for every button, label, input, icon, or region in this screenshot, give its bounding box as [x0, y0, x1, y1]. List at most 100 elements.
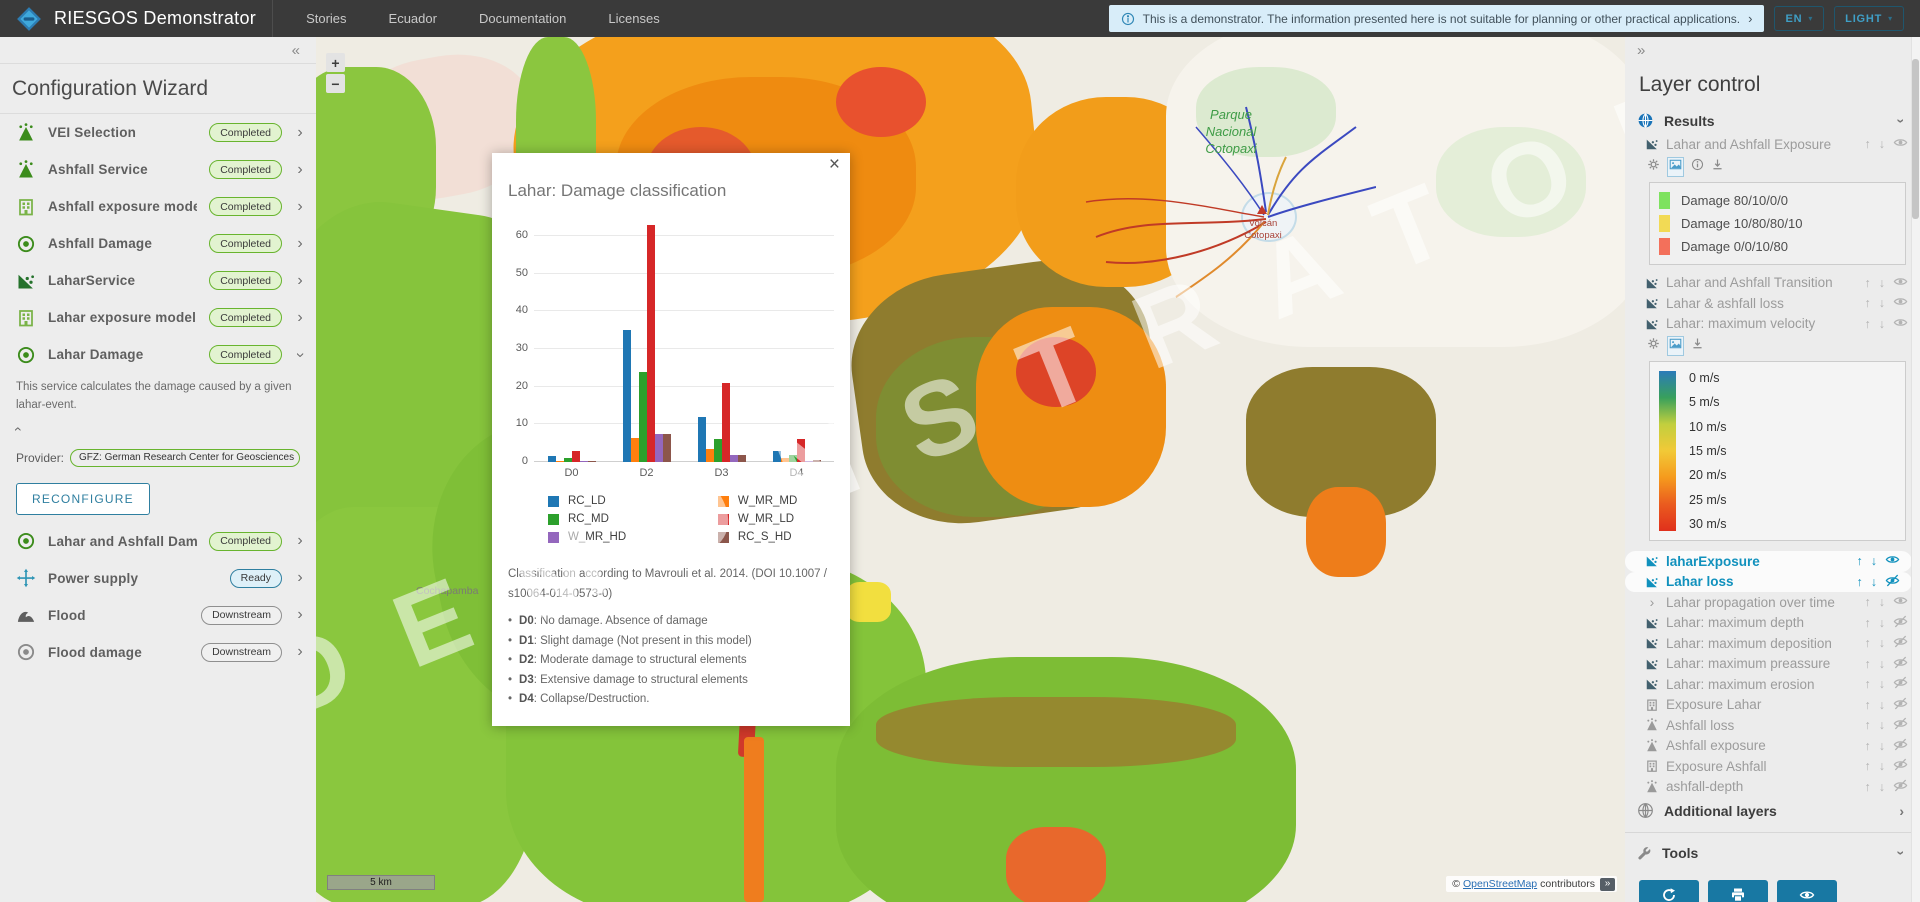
move-up-icon[interactable]: ↑ [1857, 575, 1863, 589]
move-down-icon[interactable]: ↓ [1879, 718, 1885, 732]
move-up-icon[interactable]: ↑ [1857, 554, 1863, 568]
move-down-icon[interactable]: ↓ [1879, 780, 1885, 794]
move-down-icon[interactable]: ↓ [1879, 657, 1885, 671]
eye-off-icon[interactable] [1893, 696, 1908, 714]
print-button[interactable] [1708, 880, 1768, 902]
eye-off-icon[interactable] [1893, 675, 1908, 693]
wizard-step-ashfall-damage[interactable]: Ashfall DamageCompleted› [0, 225, 316, 262]
legend-image-icon[interactable] [1667, 336, 1684, 356]
move-down-icon[interactable]: ↓ [1879, 677, 1885, 691]
layer-lahar-maximum-velocity[interactable]: Lahar: maximum velocity↑↓ [1625, 314, 1920, 335]
eye-off-icon[interactable] [1893, 634, 1908, 652]
wizard-step-lahar-exposure-model[interactable]: Lahar exposure modelCompleted› [0, 299, 316, 336]
language-select[interactable]: EN ▾ [1774, 6, 1824, 31]
wizard-step-ashfall-service[interactable]: Ashfall ServiceCompleted› [0, 151, 316, 188]
move-up-icon[interactable]: ↑ [1865, 698, 1871, 712]
move-down-icon[interactable]: ↓ [1879, 276, 1885, 290]
reconfigure-button[interactable]: RECONFIGURE [16, 483, 150, 515]
eye-icon[interactable] [1893, 593, 1908, 611]
download-icon[interactable] [1711, 158, 1724, 176]
eye-off-icon[interactable] [1893, 655, 1908, 673]
refresh-button[interactable] [1639, 880, 1699, 902]
scrollbar-thumb[interactable] [1912, 59, 1919, 219]
move-down-icon[interactable]: ↓ [1879, 698, 1885, 712]
eye-icon[interactable] [1893, 135, 1908, 153]
move-down-icon[interactable]: ↓ [1871, 575, 1877, 589]
move-up-icon[interactable]: ↑ [1865, 657, 1871, 671]
window-scrollbar[interactable] [1911, 37, 1920, 902]
eye-off-icon[interactable] [1893, 716, 1908, 734]
demo-disclaimer-banner[interactable]: This is a demonstrator. The information … [1109, 5, 1765, 32]
settings-icon[interactable] [1647, 158, 1660, 176]
wizard-step-power-supply[interactable]: Power supplyReady› [0, 560, 316, 597]
nav-link-ecuador[interactable]: Ecuador [389, 11, 437, 26]
layer-lahar-and-ashfall-transition[interactable]: Lahar and Ashfall Transition↑↓ [1625, 273, 1920, 294]
layer-lahar-maximum-depth[interactable]: Lahar: maximum depth↑↓ [1625, 613, 1920, 634]
layer-ashfall-depth[interactable]: ashfall-depth↑↓ [1625, 777, 1920, 798]
results-group[interactable]: Results › [1625, 107, 1920, 134]
additional-layers-group[interactable]: Additional layers › [1625, 797, 1920, 824]
nav-link-documentation[interactable]: Documentation [479, 11, 566, 26]
move-up-icon[interactable]: ↑ [1865, 616, 1871, 630]
layer-lahar-ashfall-loss[interactable]: Lahar & ashfall loss↑↓ [1625, 293, 1920, 314]
layer-lahar-and-ashfall-exposure[interactable]: Lahar and Ashfall Exposure↑↓ [1625, 134, 1920, 155]
expand-right-icon[interactable]: » [1637, 42, 1645, 59]
chevron-right-icon[interactable]: › [1748, 11, 1752, 26]
wizard-step-lahar-damage[interactable]: Lahar DamageCompleted› [0, 336, 316, 373]
layer-lahar-maximum-preassure[interactable]: Lahar: maximum preassure↑↓ [1625, 654, 1920, 675]
theme-select[interactable]: LIGHT ▾ [1834, 6, 1904, 31]
close-icon[interactable]: × [829, 154, 840, 176]
nav-link-licenses[interactable]: Licenses [608, 11, 659, 26]
move-down-icon[interactable]: ↓ [1879, 595, 1885, 609]
map[interactable]: ParqueNacionalCotopaxi VolcánCotopaxi Co… [316, 37, 1625, 902]
layer-lahar-maximum-erosion[interactable]: Lahar: maximum erosion↑↓ [1625, 674, 1920, 695]
collapse-caret-row[interactable]: › [0, 417, 316, 437]
eye-off-icon[interactable] [1893, 778, 1908, 796]
layer-ashfall-exposure[interactable]: Ashfall exposure↑↓ [1625, 736, 1920, 757]
move-up-icon[interactable]: ↑ [1865, 636, 1871, 650]
move-down-icon[interactable]: ↓ [1879, 296, 1885, 310]
settings-icon[interactable] [1647, 337, 1660, 355]
move-up-icon[interactable]: ↑ [1865, 137, 1871, 151]
layer-lahar-loss[interactable]: Lahar loss↑↓ [1625, 572, 1912, 593]
move-down-icon[interactable]: ↓ [1879, 739, 1885, 753]
legend-image-icon[interactable] [1667, 157, 1684, 177]
eye-icon[interactable] [1885, 552, 1900, 570]
move-up-icon[interactable]: ↑ [1865, 759, 1871, 773]
zoom-out-button[interactable]: − [326, 74, 345, 93]
wizard-step-lahar-and-ashfall-damage[interactable]: Lahar and Ashfall DamageCompleted› [0, 523, 316, 560]
wizard-step-flood-damage[interactable]: Flood damageDownstream› [0, 634, 316, 671]
move-down-icon[interactable]: ↓ [1879, 137, 1885, 151]
download-icon[interactable] [1691, 337, 1704, 355]
move-down-icon[interactable]: ↓ [1879, 317, 1885, 331]
layer-exposure-ashfall[interactable]: Exposure Ashfall↑↓ [1625, 756, 1920, 777]
eye-off-icon[interactable] [1893, 757, 1908, 775]
move-up-icon[interactable]: ↑ [1865, 276, 1871, 290]
tools-group[interactable]: Tools › [1625, 832, 1920, 866]
move-down-icon[interactable]: ↓ [1879, 616, 1885, 630]
wizard-step-flood[interactable]: FloodDownstream› [0, 597, 316, 634]
layer-lahar-maximum-deposition[interactable]: Lahar: maximum deposition↑↓ [1625, 633, 1920, 654]
zoom-in-button[interactable]: + [326, 53, 345, 72]
collapse-left-icon[interactable]: « [292, 42, 300, 59]
info-icon[interactable] [1691, 158, 1704, 176]
move-up-icon[interactable]: ↑ [1865, 595, 1871, 609]
eye-icon[interactable] [1893, 294, 1908, 312]
wizard-step-ashfall-exposure-model[interactable]: Ashfall exposure modelCompleted› [0, 188, 316, 225]
move-up-icon[interactable]: ↑ [1865, 317, 1871, 331]
move-up-icon[interactable]: ↑ [1865, 296, 1871, 310]
layer-laharexposure[interactable]: laharExposure↑↓ [1625, 551, 1912, 572]
eye-off-icon[interactable] [1893, 614, 1908, 632]
layer-ashfall-loss[interactable]: Ashfall loss↑↓ [1625, 715, 1920, 736]
eye-button[interactable] [1777, 880, 1837, 902]
eye-icon[interactable] [1893, 315, 1908, 333]
openstreetmap-link[interactable]: OpenStreetMap [1463, 878, 1537, 890]
move-down-icon[interactable]: ↓ [1871, 554, 1877, 568]
eye-off-icon[interactable] [1885, 573, 1900, 591]
nav-link-stories[interactable]: Stories [306, 11, 346, 26]
move-up-icon[interactable]: ↑ [1865, 739, 1871, 753]
layer-lahar-propagation-over-time[interactable]: ›Lahar propagation over time↑↓ [1625, 592, 1920, 613]
eye-off-icon[interactable] [1893, 737, 1908, 755]
move-up-icon[interactable]: ↑ [1865, 677, 1871, 691]
move-up-icon[interactable]: ↑ [1865, 718, 1871, 732]
